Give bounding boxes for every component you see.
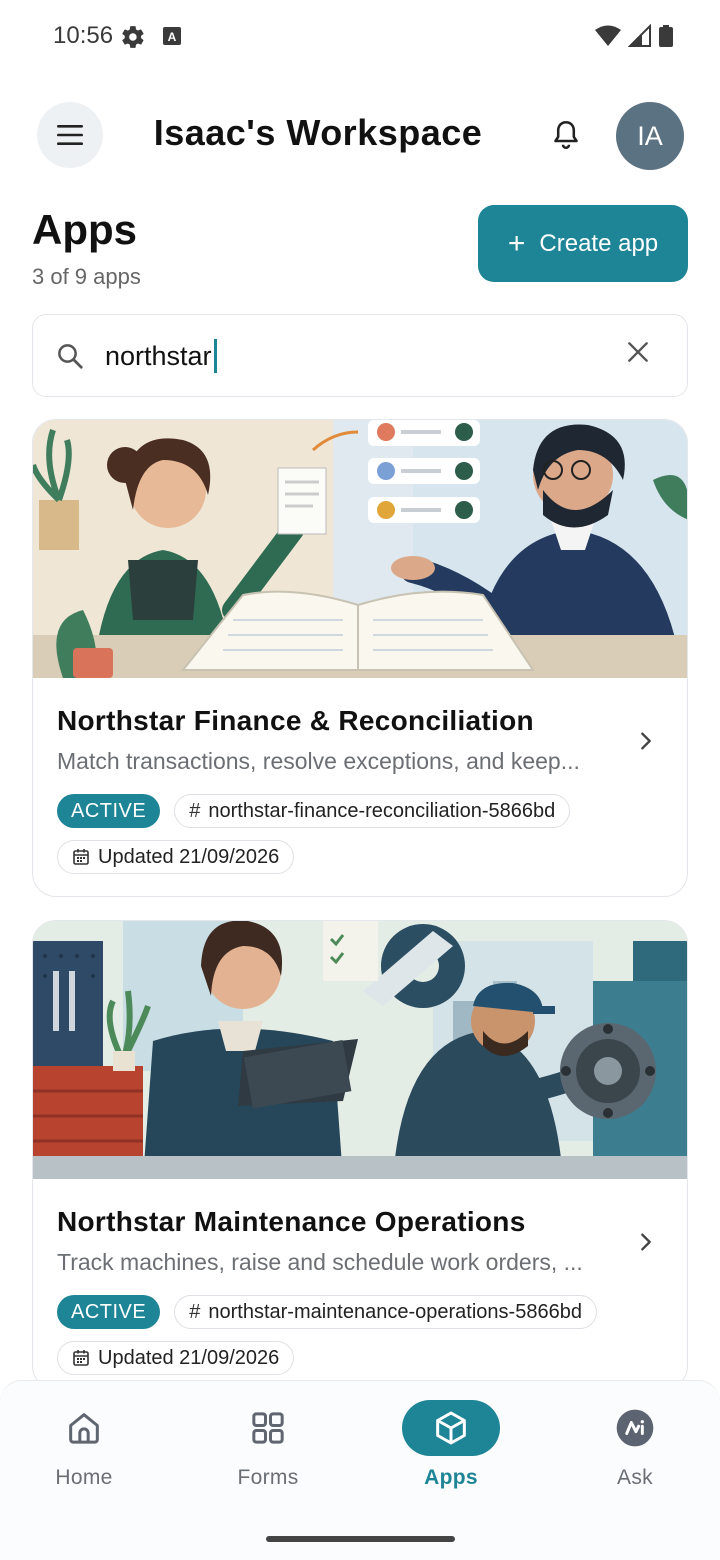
cube-icon: [436, 1411, 466, 1445]
nav-item-home[interactable]: Home: [0, 1381, 174, 1511]
nav-label-forms: Forms: [237, 1466, 299, 1489]
status-time: 10:56: [53, 22, 114, 49]
svg-text:A: A: [168, 30, 177, 44]
app-card-description: Track machines, raise and schedule work …: [57, 1249, 583, 1275]
nav-item-apps[interactable]: Apps: [361, 1381, 541, 1511]
nav-icon-container: [586, 1400, 684, 1456]
app-card-title: Northstar Maintenance Operations: [57, 1206, 526, 1237]
grid-icon: [252, 1412, 284, 1444]
status-badge: ACTIVE: [57, 794, 161, 828]
status-badge: ACTIVE: [57, 1295, 161, 1329]
nav-item-forms[interactable]: Forms: [178, 1381, 358, 1511]
calendar-icon: [73, 849, 89, 865]
workspace-title: Isaac's Workspace: [153, 112, 483, 153]
nav-icon-container: [402, 1400, 500, 1456]
nav-label-ask: Ask: [617, 1466, 653, 1489]
updated-chip: Updated 21/09/2026: [57, 840, 295, 874]
nav-label-apps: Apps: [424, 1466, 478, 1489]
slug-text: northstar-maintenance-operations-5866bd: [208, 1300, 582, 1323]
page-title: Apps: [32, 206, 137, 253]
hash-icon: #: [189, 799, 201, 822]
user-avatar[interactable]: IA: [616, 102, 684, 170]
create-app-label: Create app: [539, 229, 659, 257]
ai-assistant-icon: [616, 1409, 654, 1447]
app-card-description: Match transactions, resolve exceptions, …: [57, 748, 580, 774]
slug-chip: # northstar-maintenance-operations-5866b…: [174, 1295, 597, 1329]
accessibility-a-icon: A: [163, 27, 181, 45]
app-card-illustration: [33, 420, 687, 678]
app-card-chips: ACTIVE # northstar-maintenance-operation…: [57, 1295, 667, 1375]
nav-item-ask[interactable]: Ask: [545, 1381, 720, 1511]
search-field[interactable]: northstar: [32, 314, 688, 397]
slug-chip: # northstar-finance-reconciliation-5866b…: [174, 794, 571, 828]
slug-text: northstar-finance-reconciliation-5866bd: [208, 799, 556, 822]
bottom-navigation: Home Forms Apps Ask: [0, 1380, 720, 1560]
status-icons: [594, 24, 674, 48]
status-bar: 10:56 A: [0, 0, 720, 72]
chevron-right-icon: [641, 732, 651, 750]
search-value: northstar: [105, 340, 212, 371]
home-icon: [69, 1413, 99, 1444]
apps-count: 3 of 9 apps: [32, 264, 141, 289]
app-card-illustration: [33, 921, 687, 1179]
search-icon: [58, 344, 83, 369]
clear-search-icon[interactable]: [625, 339, 651, 365]
create-app-button[interactable]: + Create app: [478, 205, 688, 282]
home-indicator[interactable]: [266, 1536, 455, 1542]
app-card[interactable]: Northstar Finance & Reconciliation Match…: [32, 419, 688, 897]
settings-gear-icon: [122, 26, 144, 48]
calendar-icon: [73, 1350, 89, 1366]
signal-icon: [628, 24, 651, 47]
battery-icon: [659, 25, 673, 47]
updated-text: Updated 21/09/2026: [98, 1346, 280, 1369]
notifications-bell-icon[interactable]: [548, 117, 584, 153]
app-card-title: Northstar Finance & Reconciliation: [57, 705, 534, 736]
updated-text: Updated 21/09/2026: [98, 845, 280, 868]
search-input[interactable]: northstar: [105, 339, 217, 373]
updated-chip: Updated 21/09/2026: [57, 1341, 295, 1375]
hash-icon: #: [189, 1300, 201, 1323]
nav-label-home: Home: [55, 1466, 113, 1489]
app-card-chips: ACTIVE # northstar-finance-reconciliatio…: [57, 794, 667, 874]
nav-icon-container: [219, 1400, 317, 1456]
app-card[interactable]: Northstar Maintenance Operations Track m…: [32, 920, 688, 1390]
nav-icon-container: [35, 1400, 133, 1456]
chevron-right-icon: [641, 1233, 651, 1251]
wifi-icon: [595, 25, 621, 46]
text-caret: [213, 339, 217, 373]
plus-icon: +: [507, 226, 526, 260]
